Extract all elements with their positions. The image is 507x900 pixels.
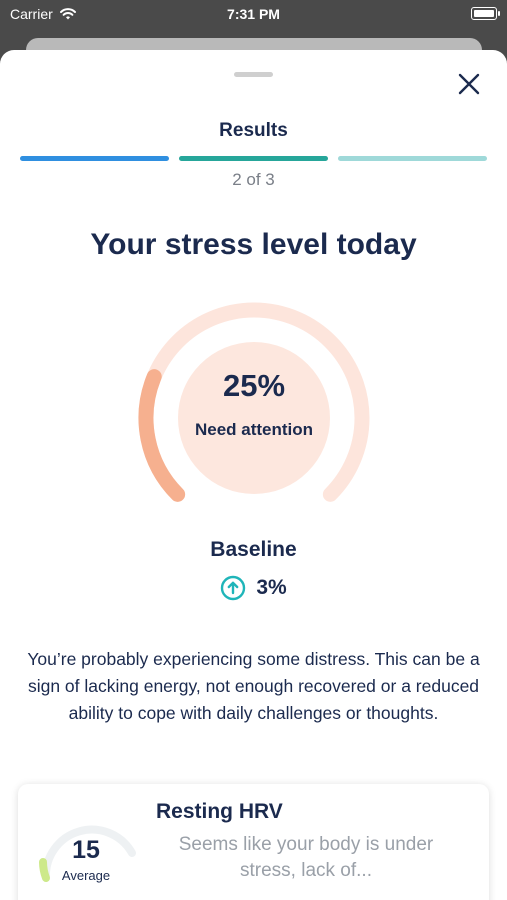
progress-segment-2 [179, 156, 328, 161]
resting-hrv-card[interactable]: 15 Average Resting HRV Seems like your b… [18, 784, 489, 900]
results-sheet: Results 2 of 3 Your stress level today 2… [0, 50, 507, 900]
baseline-value-row: 3% [0, 575, 507, 601]
close-button[interactable] [455, 70, 483, 98]
status-bar: Carrier 7:31 PM [0, 0, 507, 30]
close-icon [458, 73, 480, 95]
baseline-value: 3% [256, 576, 287, 599]
page-title: Results [219, 120, 288, 141]
stress-description: You’re probably experiencing some distre… [27, 649, 480, 723]
progress-segment-1 [20, 156, 169, 161]
hrv-caption: Average [61, 868, 111, 883]
stress-headline: Your stress level today [90, 228, 417, 261]
progress-segment-3 [338, 156, 487, 161]
hrv-title: Resting HRV [156, 800, 283, 823]
hrv-summary: Seems like your body is under stress, la… [178, 834, 434, 881]
stress-status: Need attention [194, 420, 314, 439]
step-progress [20, 156, 487, 161]
sheet-grabber[interactable] [234, 72, 273, 77]
arrow-up-circle-icon [221, 575, 246, 601]
step-indicator: 2 of 3 [232, 170, 275, 189]
hrv-value: 15 [72, 836, 100, 864]
stress-percent: 25% [222, 368, 286, 403]
baseline-label: Baseline [210, 538, 297, 561]
gauge-labels: 25% Need attention [136, 300, 372, 536]
battery-icon [471, 7, 500, 20]
status-time: 7:31 PM [227, 6, 280, 22]
